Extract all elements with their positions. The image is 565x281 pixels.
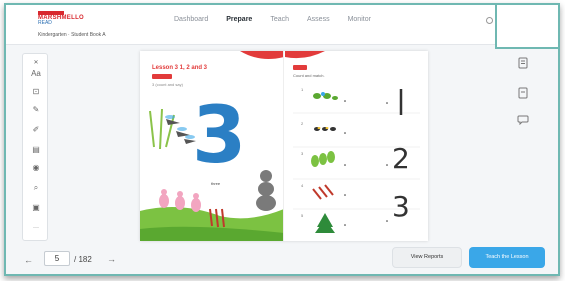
nav-monitor[interactable]: Monitor — [348, 16, 371, 23]
comment-icon[interactable] — [516, 115, 530, 129]
lesson-title: Lesson 3 1, 2 and 3 — [152, 65, 208, 71]
book-viewer[interactable]: Lesson 3 1, 2 and 3 3 (count and say) 3 … — [140, 51, 428, 241]
page-number-input[interactable]: 5 — [44, 251, 70, 266]
more-icon[interactable]: ··· — [29, 222, 43, 234]
breadcrumb: Kindergarten · Student Book A — [38, 32, 106, 38]
document-icon[interactable] — [516, 57, 530, 71]
zoom-icon[interactable]: ⌕ — [29, 182, 43, 194]
user-icon[interactable] — [486, 17, 493, 24]
annotation-toolbar: ✕ Aa ⊡ ✎ ✐ ▤ ◉ ⌕ ▣ ··· — [22, 53, 48, 241]
number-word: three — [211, 181, 221, 186]
text-icon[interactable]: Aa — [29, 68, 43, 80]
match-number: 2 — [392, 142, 410, 175]
logo[interactable]: MARSHMELLO READ — [38, 11, 84, 27]
overlay-box — [495, 5, 558, 49]
row-label: 1 — [301, 87, 304, 92]
lesson-tag — [152, 74, 172, 79]
nav-teach[interactable]: Teach — [270, 16, 289, 23]
page-total: / 182 — [74, 255, 92, 264]
big-number: 3 — [192, 91, 247, 181]
table-icon[interactable]: ▤ — [29, 144, 43, 156]
bookmark-icon[interactable] — [516, 87, 530, 101]
view-reports-button[interactable]: View Reports — [392, 247, 462, 268]
lesson-subtitle: 3 (count and say) — [152, 82, 183, 87]
eye-icon[interactable]: ◉ — [29, 162, 43, 174]
previous-page-arrow-icon[interactable]: ← — [24, 255, 33, 265]
nav-assess[interactable]: Assess — [307, 16, 330, 23]
bottom-bar: ← 5 / 182 → View Reports Teach the Lesso… — [6, 245, 558, 274]
activity-tag — [293, 65, 307, 70]
row-label: 4 — [301, 183, 304, 188]
nav-prepare[interactable]: Prepare — [226, 16, 252, 23]
nav-dashboard[interactable]: Dashboard — [174, 16, 208, 23]
match-number: 3 — [392, 190, 410, 223]
next-page-arrow-icon[interactable]: → — [107, 254, 116, 264]
pen-icon[interactable]: ✎ — [29, 104, 43, 116]
row-label: 2 — [301, 121, 304, 126]
row-label: 3 — [301, 151, 304, 156]
app-window: MARSHMELLO READ Kindergarten · Student B… — [4, 3, 560, 276]
teach-lesson-button[interactable]: Teach the Lesson — [469, 247, 545, 268]
left-page: Lesson 3 1, 2 and 3 3 (count and say) 3 … — [140, 51, 284, 241]
logo-subtext: READ — [38, 20, 52, 26]
activity-instruction: Count and match. — [293, 73, 325, 78]
main-nav: Dashboard Prepare Teach Assess Monitor — [174, 16, 371, 23]
top-bar: MARSHMELLO READ Kindergarten · Student B… — [6, 5, 558, 45]
row-label: 5 — [301, 213, 304, 218]
screen-icon[interactable]: ▣ — [29, 202, 43, 214]
highlighter-icon[interactable]: ✐ — [29, 124, 43, 136]
image-icon[interactable]: ⊡ — [29, 86, 43, 98]
right-page: Count and match. 1 2 3 4 5 2 3 — [285, 51, 428, 241]
